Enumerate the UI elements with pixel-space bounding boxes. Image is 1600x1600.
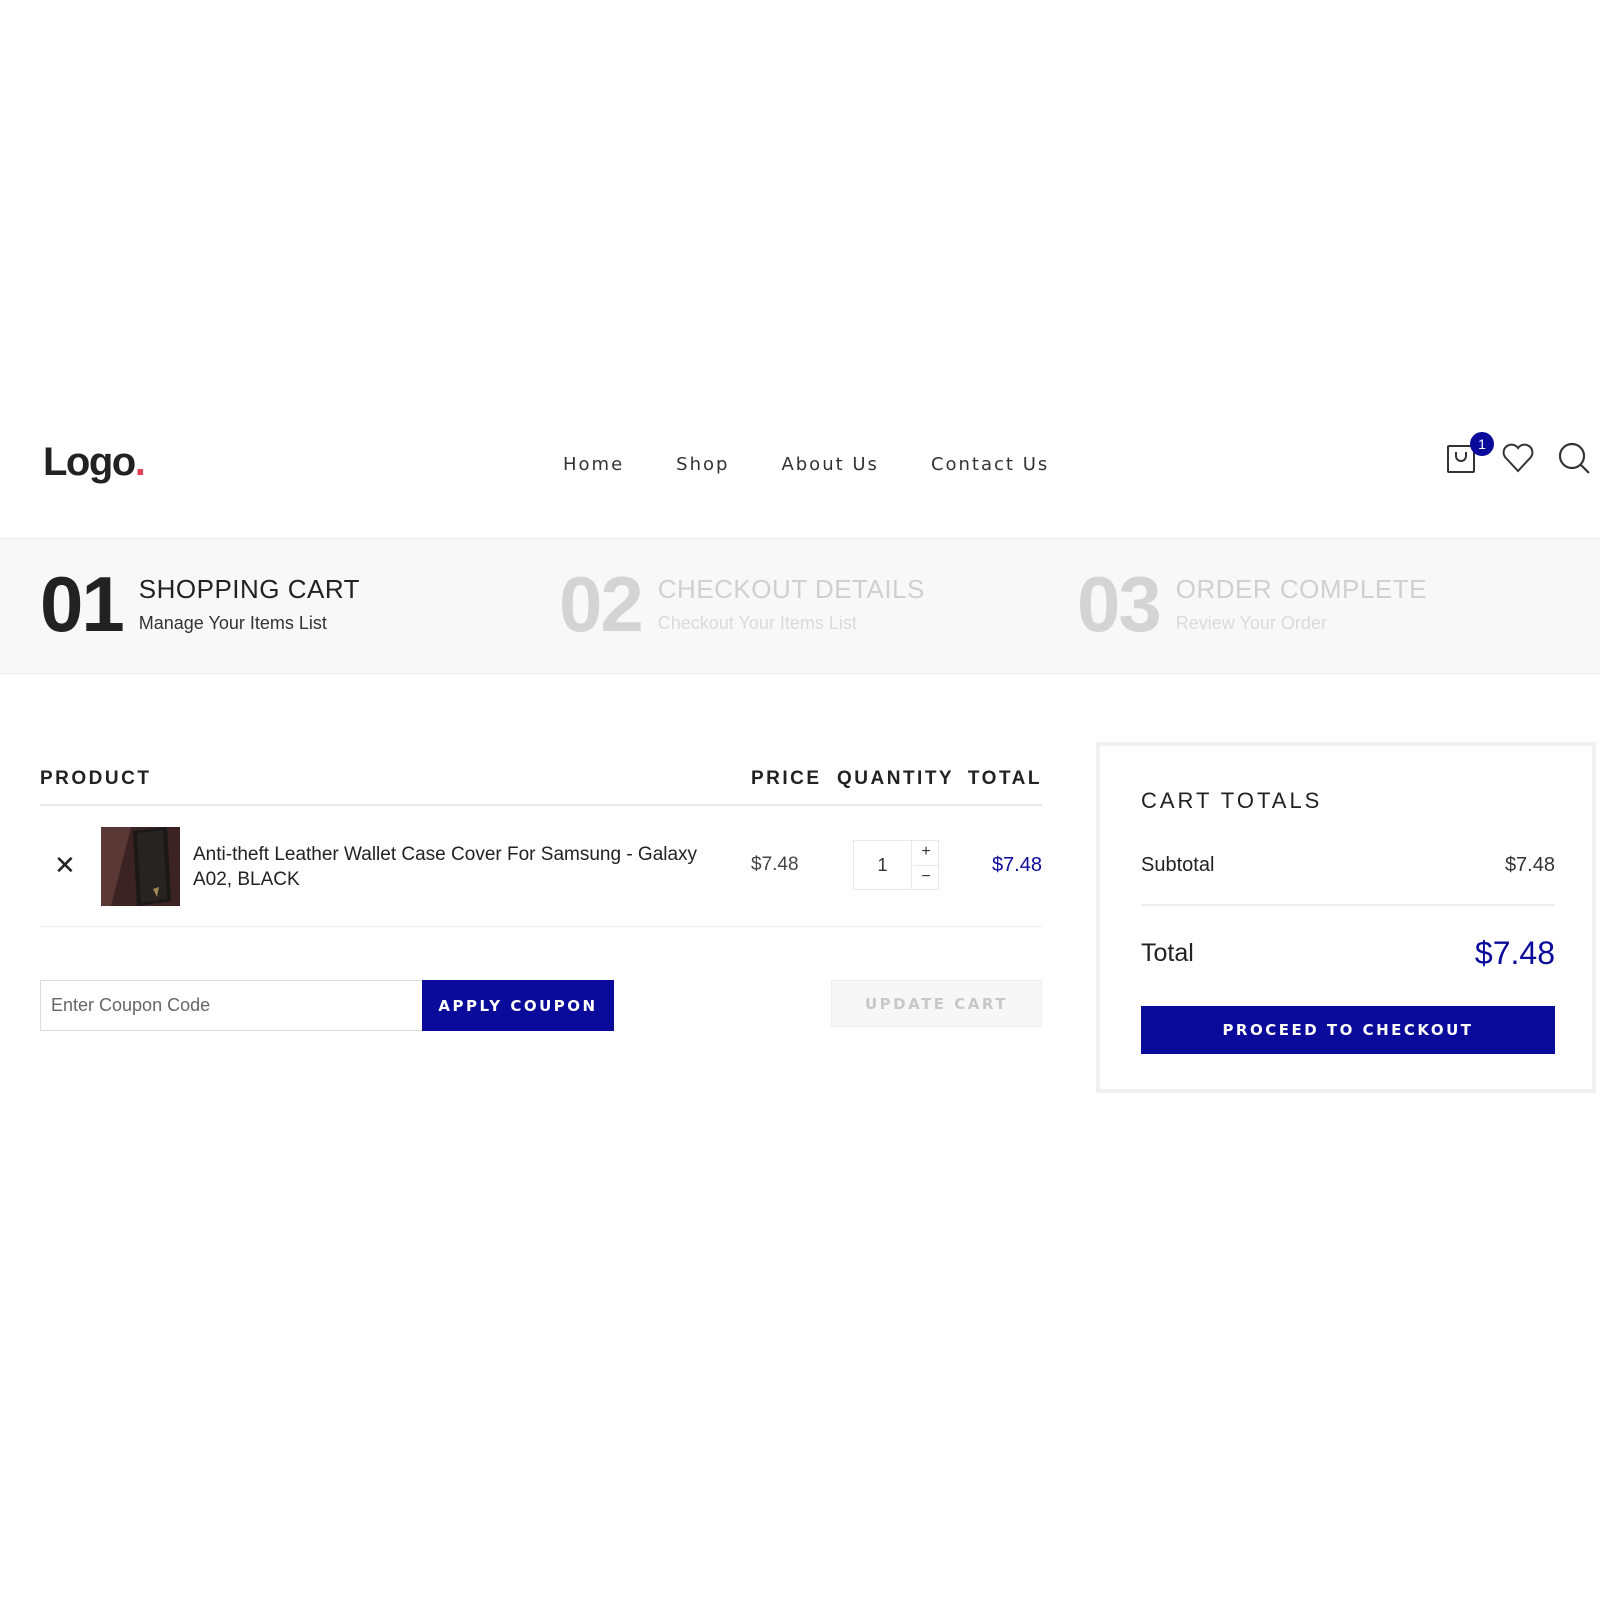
update-cart-button[interactable]: UPDATE CART	[831, 980, 1042, 1027]
cart-icon[interactable]: 1	[1444, 432, 1494, 476]
nav-home[interactable]: Home	[563, 454, 624, 475]
proceed-to-checkout-button[interactable]: PROCEED TO CHECKOUT	[1141, 1006, 1555, 1054]
line-total: $7.48	[991, 854, 1042, 876]
total-label: Total	[1141, 939, 1194, 967]
product-thumbnail[interactable]	[101, 827, 180, 906]
table-row: ✕ Anti-theft Leather Wallet Case Cover F…	[40, 806, 1042, 927]
search-icon[interactable]	[1556, 440, 1592, 476]
product-name-link[interactable]: Anti-theft Leather Wallet Case Cover For…	[193, 842, 723, 892]
coupon-form: APPLY COUPON	[40, 980, 614, 1031]
subtotal-row: Subtotal $7.48	[1141, 854, 1555, 906]
step-number: 01	[40, 560, 125, 648]
step-title: ORDER COMPLETE	[1175, 574, 1427, 604]
site-header: Logo. Home Shop About Us Contact Us 1	[0, 418, 1600, 538]
step-checkout-details: 02 CHECKOUT DETAILS Checkout Your Items …	[559, 565, 925, 643]
step-subtitle: Manage Your Items List	[138, 613, 327, 633]
step-number: 03	[1077, 560, 1162, 648]
quantity-decrease-button[interactable]: −	[914, 865, 938, 889]
step-subtitle: Review Your Order	[1175, 613, 1327, 633]
step-shopping-cart: 01 SHOPPING CART Manage Your Items List	[40, 565, 360, 643]
col-product: PRODUCT	[40, 768, 152, 789]
header-icons: 1	[1444, 432, 1592, 476]
coupon-code-input[interactable]	[40, 980, 422, 1031]
quantity-input[interactable]: 1	[854, 841, 912, 889]
total-row: Total $7.48	[1141, 935, 1555, 971]
total-value: $7.48	[1474, 935, 1555, 971]
product-price: $7.48	[751, 854, 799, 875]
cart-totals-panel: CART TOTALS Subtotal $7.48 Total $7.48 P…	[1096, 742, 1596, 1093]
checkout-steps: 01 SHOPPING CART Manage Your Items List …	[0, 538, 1600, 674]
quantity-increase-button[interactable]: +	[914, 841, 938, 865]
col-total: TOTAL	[967, 768, 1042, 789]
logo-dot: .	[134, 440, 146, 484]
close-icon[interactable]: ✕	[54, 850, 76, 881]
nav-contact-us[interactable]: Contact Us	[931, 454, 1049, 475]
col-quantity: QUANTITY	[837, 768, 955, 789]
main-nav: Home Shop About Us Contact Us	[563, 454, 1101, 475]
apply-coupon-button[interactable]: APPLY COUPON	[422, 980, 614, 1031]
heart-icon[interactable]	[1500, 440, 1536, 476]
step-order-complete: 03 ORDER COMPLETE Review Your Order	[1077, 565, 1427, 643]
step-number: 02	[559, 560, 644, 648]
nav-about-us[interactable]: About Us	[781, 454, 879, 475]
nav-shop[interactable]: Shop	[676, 454, 729, 475]
logo[interactable]: Logo.	[43, 440, 146, 485]
step-title: CHECKOUT DETAILS	[657, 574, 925, 604]
cart-table: PRODUCT PRICE QUANTITY TOTAL ✕ Anti-thef…	[40, 764, 1042, 927]
cart-count-badge: 1	[1470, 432, 1494, 456]
step-title: SHOPPING CART	[138, 574, 361, 604]
quantity-stepper: 1 + −	[853, 840, 939, 890]
logo-text: Logo	[43, 440, 136, 484]
subtotal-label: Subtotal	[1141, 854, 1215, 876]
step-subtitle: Checkout Your Items List	[657, 613, 857, 633]
cart-table-header: PRODUCT PRICE QUANTITY TOTAL	[40, 764, 1042, 806]
cart-totals-title: CART TOTALS	[1141, 788, 1323, 813]
subtotal-value: $7.48	[1504, 854, 1555, 876]
col-price: PRICE	[751, 768, 822, 789]
